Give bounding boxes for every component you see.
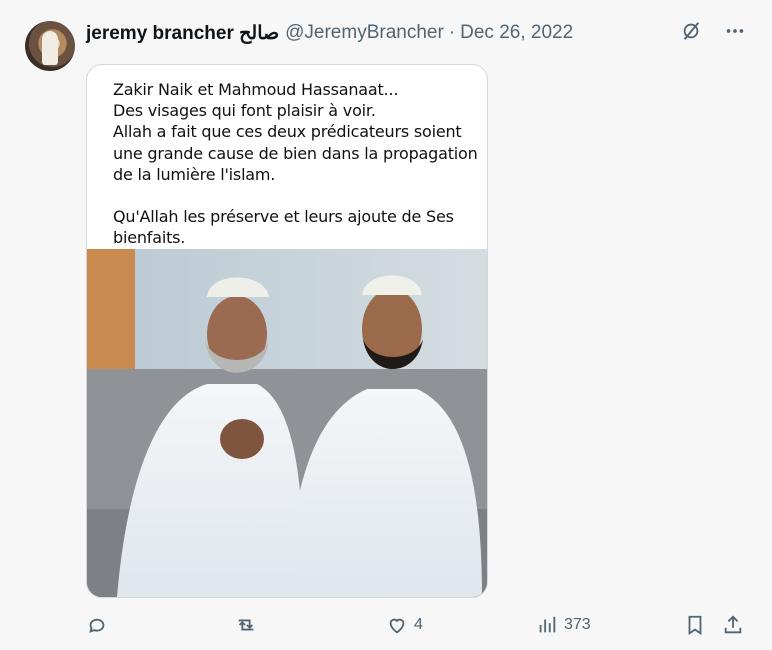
- card-text: Zakir Naik et Mahmoud Hassanaat... Des v…: [113, 79, 483, 248]
- retweet-button[interactable]: [234, 614, 264, 636]
- tweet: jeremy brancher صالح @JeremyBrancher · D…: [0, 0, 772, 650]
- top-actions: [680, 20, 746, 42]
- author-handle[interactable]: @JeremyBrancher: [285, 22, 444, 44]
- grok-icon[interactable]: [680, 20, 702, 42]
- card-closing: Qu'Allah les préserve et leurs ajoute de…: [113, 207, 454, 248]
- bookmark-button[interactable]: [684, 614, 706, 636]
- views-button[interactable]: 373: [536, 614, 591, 636]
- post-photo[interactable]: [87, 249, 487, 597]
- card-line: Zakir Naik et Mahmoud Hassanaat...: [113, 80, 399, 99]
- like-count: 4: [414, 616, 423, 633]
- share-button[interactable]: [722, 614, 744, 636]
- reply-button[interactable]: [86, 614, 114, 636]
- card-line: Allah a fait que ces deux prédicateurs s…: [113, 122, 478, 184]
- card-line: Des visages qui font plaisir à voir.: [113, 101, 376, 121]
- header-separator: ·: [448, 22, 456, 43]
- tweet-header: jeremy brancher صالح @JeremyBrancher · D…: [86, 21, 573, 45]
- views-count: 373: [564, 616, 591, 633]
- action-bar: 4 373: [86, 614, 746, 644]
- tweet-date[interactable]: Dec 26, 2022: [460, 22, 573, 44]
- author-display-name[interactable]: jeremy brancher صالح: [86, 22, 279, 45]
- like-button[interactable]: 4: [386, 614, 423, 636]
- more-icon[interactable]: [724, 20, 746, 42]
- embedded-post-card[interactable]: Zakir Naik et Mahmoud Hassanaat... Des v…: [86, 64, 488, 598]
- author-avatar[interactable]: [25, 21, 75, 71]
